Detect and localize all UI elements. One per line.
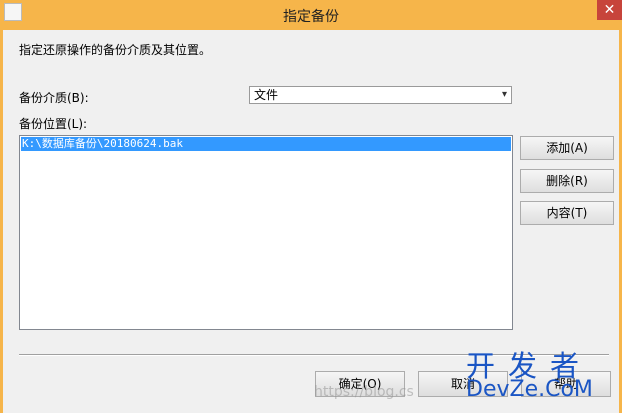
close-button[interactable]: ✕: [597, 0, 622, 20]
backup-media-select[interactable]: 文件 ▾: [249, 86, 512, 104]
add-button[interactable]: 添加(A): [520, 136, 614, 160]
backup-location-label: 备份位置(L):: [19, 117, 88, 131]
window-title: 指定备份: [283, 9, 339, 25]
window-frame-left: [0, 30, 3, 413]
dialog-description: 指定还原操作的备份介质及其位置。: [19, 43, 212, 57]
backup-media-label: 备份介质(B):: [19, 91, 89, 105]
backup-media-value: 文件: [254, 88, 279, 102]
watermark-url: https://blog.cs: [314, 384, 414, 400]
backup-location-list[interactable]: K:\数据库备份\20180624.bak: [19, 135, 513, 330]
list-item[interactable]: K:\数据库备份\20180624.bak: [21, 137, 511, 151]
title-bar: 指定备份 ✕: [0, 0, 622, 30]
chevron-down-icon[interactable]: ▾: [502, 88, 507, 102]
remove-button[interactable]: 删除(R): [520, 169, 614, 193]
watermark-logo-domain: DevZe.CoM: [466, 377, 593, 402]
contents-button[interactable]: 内容(T): [520, 201, 614, 225]
